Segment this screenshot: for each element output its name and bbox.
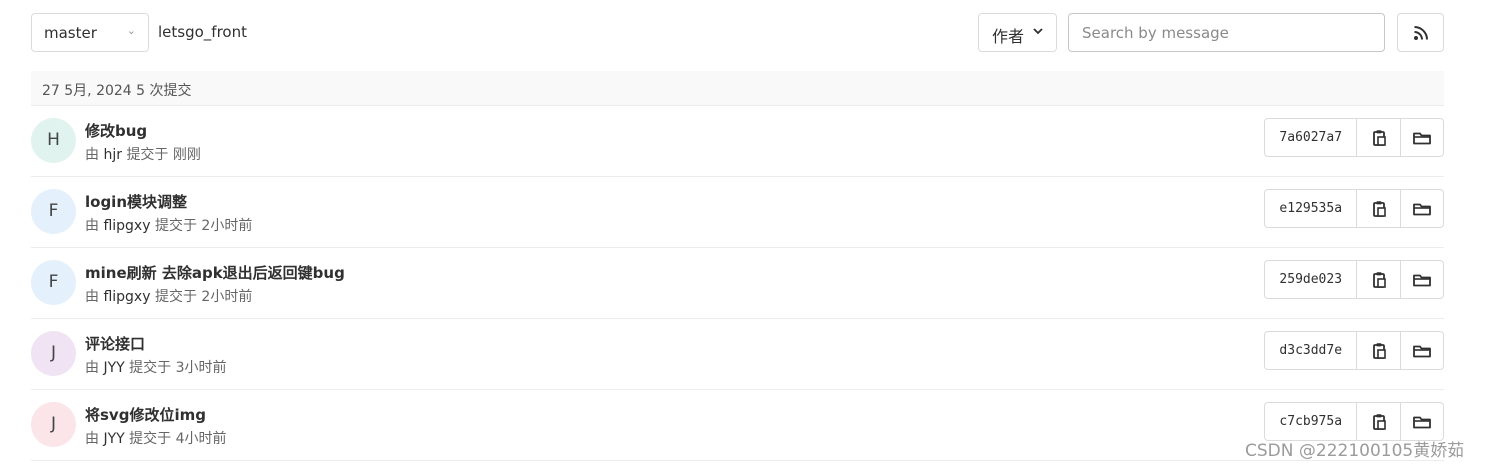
commit-time: 2小时前 [201,218,253,234]
avatar[interactable]: F [31,189,76,234]
commit-actions: 259de023 [1264,260,1444,299]
repository-path[interactable]: letsgo_front [158,23,247,41]
avatar[interactable]: J [31,402,76,447]
browse-files-button[interactable] [1400,403,1443,440]
meta-by-label: 由 [85,360,99,376]
avatar[interactable]: H [31,118,76,163]
commit-title[interactable]: mine刷新 去除apk退出后返回键bug [85,262,345,283]
day-commit-header: 27 5月, 2024 5 次提交 [31,71,1444,106]
commit-sha-button[interactable]: d3c3dd7e [1265,332,1358,369]
commit-time: 2小时前 [201,289,253,305]
copy-sha-icon [1372,129,1386,146]
commit-actions: e129535a [1264,189,1444,228]
copy-sha-button[interactable] [1357,332,1400,369]
commit-actions: d3c3dd7e [1264,331,1444,370]
watermark: CSDN @222100105黄娇茹 [1245,441,1465,461]
commit-row: Fmine刷新 去除apk退出后返回键bug 由 flipgxy 提交于 2小时前… [31,248,1444,319]
folder-icon [1413,132,1432,144]
commit-author[interactable]: flipgxy [103,289,150,305]
commit-row: J 评论接口由 JYY 提交于 3小时前 d3c3dd7e [31,319,1444,390]
browse-files-button[interactable] [1400,332,1443,369]
author-filter-label: 作者 [992,27,1025,46]
meta-by-label: 由 [85,289,99,305]
meta-committed-label: 提交于 [154,289,197,305]
chevron-down-icon [1033,25,1043,38]
commit-meta: 由 flipgxy 提交于 2小时前 [85,215,252,235]
commits-toolbar: master ⌄ letsgo_front 作者 [31,13,1444,52]
avatar[interactable]: J [31,331,76,376]
folder-icon [1413,274,1432,286]
copy-sha-icon [1372,271,1386,288]
copy-sha-button[interactable] [1357,119,1400,156]
day-commit-summary: 27 5月, 2024 5 次提交 [42,83,192,99]
copy-sha-button[interactable] [1357,190,1400,227]
meta-committed-label: 提交于 [154,218,197,234]
commit-row: H 修改bug 由 hjr 提交于 刚刚 7a6027a7 [31,106,1444,177]
commit-row: Flogin模块调整由 flipgxy 提交于 2小时前 e129535a [31,177,1444,248]
commit-author[interactable]: JYY [103,431,124,447]
commit-sha-button[interactable]: c7cb975a [1265,403,1358,440]
commit-title[interactable]: 修改bug [85,120,147,141]
commit-sha-button[interactable]: e129535a [1265,190,1358,227]
commit-actions: 7a6027a7 [1264,118,1444,157]
commit-title[interactable]: 评论接口 [85,333,145,354]
commit-time: 4小时前 [175,431,227,447]
meta-committed-label: 提交于 [129,431,172,447]
commit-sha-button[interactable]: 259de023 [1265,261,1358,298]
copy-sha-button[interactable] [1357,261,1400,298]
author-filter-dropdown[interactable]: 作者 [978,13,1057,52]
browse-files-button[interactable] [1400,190,1443,227]
commit-title[interactable]: 将svg修改位img [85,404,206,425]
commit-meta: 由 hjr 提交于 刚刚 [85,144,201,164]
commit-author[interactable]: flipgxy [103,218,150,234]
rss-feed-button[interactable] [1397,13,1444,52]
commit-meta: 由 JYY 提交于 4小时前 [85,428,227,448]
commit-row: J 将svg修改位img 由 JYY 提交于 4小时前 c7cb975a [31,390,1444,461]
search-commits-input[interactable] [1068,13,1385,52]
folder-icon [1413,416,1432,428]
commit-title[interactable]: login模块调整 [85,191,187,212]
chevron-down-icon: ⌄ [126,24,136,37]
meta-by-label: 由 [85,431,99,447]
commit-meta: 由 JYY 提交于 3小时前 [85,357,227,377]
browse-files-button[interactable] [1400,119,1443,156]
branch-label: master [44,24,97,42]
rss-icon [1414,26,1428,40]
copy-sha-icon [1372,200,1386,217]
commit-sha-button[interactable]: 7a6027a7 [1265,119,1358,156]
commit-time: 刚刚 [172,147,201,163]
commit-author[interactable]: JYY [103,360,124,376]
meta-by-label: 由 [85,218,99,234]
copy-sha-icon [1372,342,1386,359]
meta-committed-label: 提交于 [126,147,169,163]
meta-committed-label: 提交于 [129,360,172,376]
meta-by-label: 由 [85,147,99,163]
browse-files-button[interactable] [1400,261,1443,298]
commit-meta: 由 flipgxy 提交于 2小时前 [85,286,252,306]
commit-time: 3小时前 [175,360,227,376]
branch-dropdown[interactable]: master ⌄ [31,13,149,52]
commit-author[interactable]: hjr [103,147,122,163]
folder-icon [1413,203,1432,215]
copy-sha-button[interactable] [1357,403,1400,440]
folder-icon [1413,345,1432,357]
avatar[interactable]: F [31,260,76,305]
copy-sha-icon [1372,413,1386,430]
